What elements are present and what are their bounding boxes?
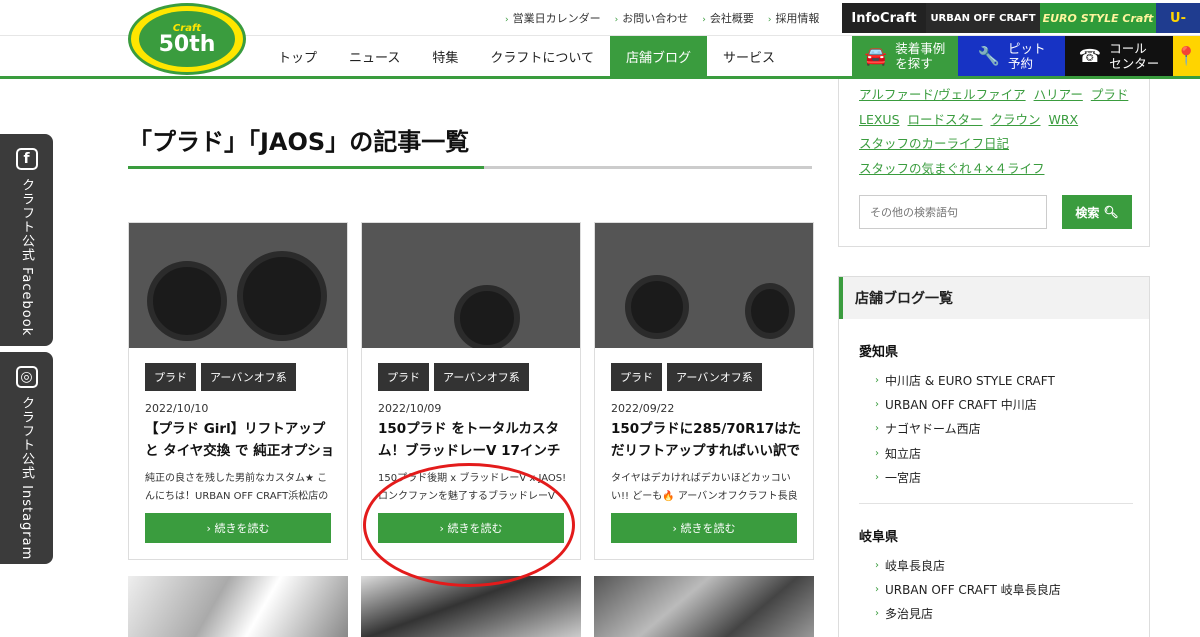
tag-link[interactable]: スタッフのカーライフ日記 (859, 136, 1009, 151)
tag-urban-off[interactable]: アーバンオフ系 (201, 363, 296, 391)
search-button[interactable]: 検索 🔍︎ (1062, 195, 1132, 229)
store-blog-list: 店舗ブログ一覧 愛知県 › 中川店 & EURO STYLE CRAFT › URB… (838, 276, 1150, 637)
article-date: 2022/10/09 (378, 402, 442, 415)
article-date: 2022/09/22 (611, 402, 675, 415)
article-tags: プラド アーバンオフ系 (611, 363, 762, 391)
page-title: 「プラド」「JAOS」の記事一覧 (128, 128, 470, 156)
nav-store-blog[interactable]: 店舗ブログ (610, 36, 708, 76)
shop-link[interactable]: › URBAN OFF CRAFT 岐阜長良店 (875, 581, 1061, 598)
shop-link[interactable]: › 一宮店 (875, 469, 921, 486)
chevron-right-icon: › (875, 399, 879, 410)
chevron-right-icon: › (875, 472, 879, 483)
site-logo[interactable]: Craft 50th (128, 3, 246, 75)
nav-features[interactable]: 特集 (416, 36, 474, 76)
utility-links: › 営業日カレンダー › お問い合わせ › 会社概要 › 採用情報 (505, 0, 819, 36)
phone-icon: ☎ (1078, 45, 1102, 67)
read-more-button[interactable]: › 続きを読む (611, 513, 797, 543)
article-tags: プラド アーバンオフ系 (145, 363, 296, 391)
article-thumbnail[interactable] (595, 223, 813, 348)
facebook-icon: f (15, 148, 38, 170)
brand-links: InfoCraft URBAN OFF CRAFT EURO STYLE Cra… (842, 3, 1200, 33)
chevron-right-icon: › (875, 448, 879, 459)
chevron-right-icon: › (767, 15, 772, 25)
nav-top[interactable]: トップ (262, 36, 333, 76)
nav-about[interactable]: クラフトについて (474, 36, 610, 76)
prefecture-heading: 岐阜県 (859, 530, 899, 545)
chevron-right-icon: › (875, 608, 879, 619)
instagram-tab[interactable]: ◎ クラフト公式 Instagram (0, 352, 53, 564)
brand-urban-off-craft[interactable]: URBAN OFF CRAFT (926, 3, 1040, 33)
tag-link[interactable]: WRX (1049, 112, 1079, 127)
utility-link-contact[interactable]: › お問い合わせ (615, 10, 689, 26)
tag-cloud: アルファード/ヴェルファイア ハリアー プラド LEXUS ロードスター クラウ… (859, 83, 1149, 181)
article-card[interactable]: プラド アーバンオフ系 2022/09/22 150プラドに285/70R17は… (594, 222, 814, 560)
find-installations-button[interactable]: 🚘 装着事例 を探す (852, 36, 958, 76)
shop-link[interactable]: › ナゴヤドーム西店 (875, 420, 981, 437)
tag-prado[interactable]: プラド (378, 363, 429, 391)
tag-link[interactable]: クラウン (991, 112, 1041, 127)
pit-reservation-button[interactable]: 🔧 ピット 予約 (958, 36, 1065, 76)
brand-infocraft[interactable]: InfoCraft (842, 3, 926, 33)
prefecture-heading: 愛知県 (859, 345, 899, 360)
tag-link[interactable]: スタッフの気まぐれ４×４ライフ (859, 161, 1044, 176)
chevron-right-icon: › (875, 423, 879, 434)
article-title[interactable]: 150プラドに285/70R17はただリフトアップすればいい訳で (611, 418, 801, 462)
article-tags: プラド アーバンオフ系 (378, 363, 529, 391)
article-date: 2022/10/10 (145, 402, 209, 415)
shop-link[interactable]: › 岐阜長良店 (875, 557, 945, 574)
sidebar-tags-panel: アルファード/ヴェルファイア ハリアー プラド LEXUS ロードスター クラウ… (838, 79, 1150, 247)
tag-prado[interactable]: プラド (611, 363, 662, 391)
article-excerpt: タイヤはデカければデカいほどカッコいい!! どーも🔥 アーバンオフクラフト長良 (611, 473, 798, 502)
tag-link[interactable]: プラド (1091, 87, 1129, 102)
tag-link[interactable]: ハリアー (1034, 87, 1083, 102)
car-icon: 🚘 (864, 45, 888, 67)
utility-link-calendar[interactable]: › 営業日カレンダー (505, 10, 601, 26)
nav-service[interactable]: サービス (707, 36, 791, 76)
chevron-right-icon: › (614, 15, 619, 25)
chevron-right-icon: › (875, 584, 879, 595)
shop-link[interactable]: › 多治見店 (875, 605, 933, 622)
chevron-right-icon: › (875, 560, 879, 571)
nav-news[interactable]: ニュース (333, 36, 416, 76)
tag-link[interactable]: アルファード/ヴェルファイア (859, 87, 1026, 102)
article-excerpt: 純正の良さを残した男前なカスタム★ こんにちは！URBAN OFF CRAFT浜… (145, 473, 329, 502)
wrench-icon: 🔧 (977, 45, 1000, 67)
tag-urban-off[interactable]: アーバンオフ系 (434, 363, 529, 391)
utility-link-recruit[interactable]: › 採用情報 (768, 10, 820, 26)
article-title[interactable]: 150プラド をトータルカスタム！ブラッドレーV 17インチ x (378, 418, 568, 462)
tag-link[interactable]: LEXUS (859, 112, 900, 127)
article-card[interactable]: プラド アーバンオフ系 2022/10/10 【プラド Girl】リフトアップ … (128, 222, 348, 560)
shop-link[interactable]: › URBAN OFF CRAFT 中川店 (875, 396, 1037, 413)
tag-link[interactable]: ロードスター (908, 112, 983, 127)
quick-actions: 🚘 装着事例 を探す 🔧 ピット 予約 ☎ コール センター 📍 (852, 36, 1200, 76)
map-pin-button[interactable]: 📍 (1173, 36, 1200, 76)
instagram-icon: ◎ (15, 366, 38, 388)
brand-euro-style-craft[interactable]: EURO STYLE Craft (1040, 3, 1156, 33)
brand-u[interactable]: U- (1156, 3, 1200, 33)
title-underline (128, 166, 812, 169)
article-thumbnail[interactable] (128, 576, 348, 637)
article-thumbnail[interactable] (129, 223, 347, 348)
tag-prado[interactable]: プラド (145, 363, 196, 391)
chevron-right-icon: › (702, 15, 706, 25)
call-center-button[interactable]: ☎ コール センター (1065, 36, 1173, 76)
search-input[interactable] (859, 195, 1047, 229)
annotation-circle (363, 463, 575, 587)
article-thumbnail[interactable] (362, 223, 580, 348)
divider (859, 503, 1133, 504)
store-blog-heading: 店舗ブログ一覧 (839, 277, 1149, 319)
nav-items: トップ ニュース 特集 クラフトについて 店舗ブログ サービス (262, 36, 791, 76)
map-pin-icon: 📍 (1175, 45, 1198, 67)
article-title[interactable]: 【プラド Girl】リフトアップ と タイヤ交換 で 純正オプション (145, 418, 335, 462)
facebook-tab[interactable]: f クラフト公式 Facebook (0, 134, 53, 346)
chevron-right-icon: › (505, 15, 509, 25)
read-more-button[interactable]: › 続きを読む (145, 513, 331, 543)
chevron-right-icon: › (875, 375, 879, 386)
search-icon: 🔍︎ (1103, 205, 1119, 219)
tag-urban-off[interactable]: アーバンオフ系 (667, 363, 762, 391)
utility-link-company[interactable]: › 会社概要 (702, 10, 754, 26)
article-thumbnail[interactable] (594, 576, 814, 637)
shop-link[interactable]: › 中川店 & EURO STYLE CRAFT (875, 372, 1055, 389)
shop-link[interactable]: › 知立店 (875, 445, 921, 462)
